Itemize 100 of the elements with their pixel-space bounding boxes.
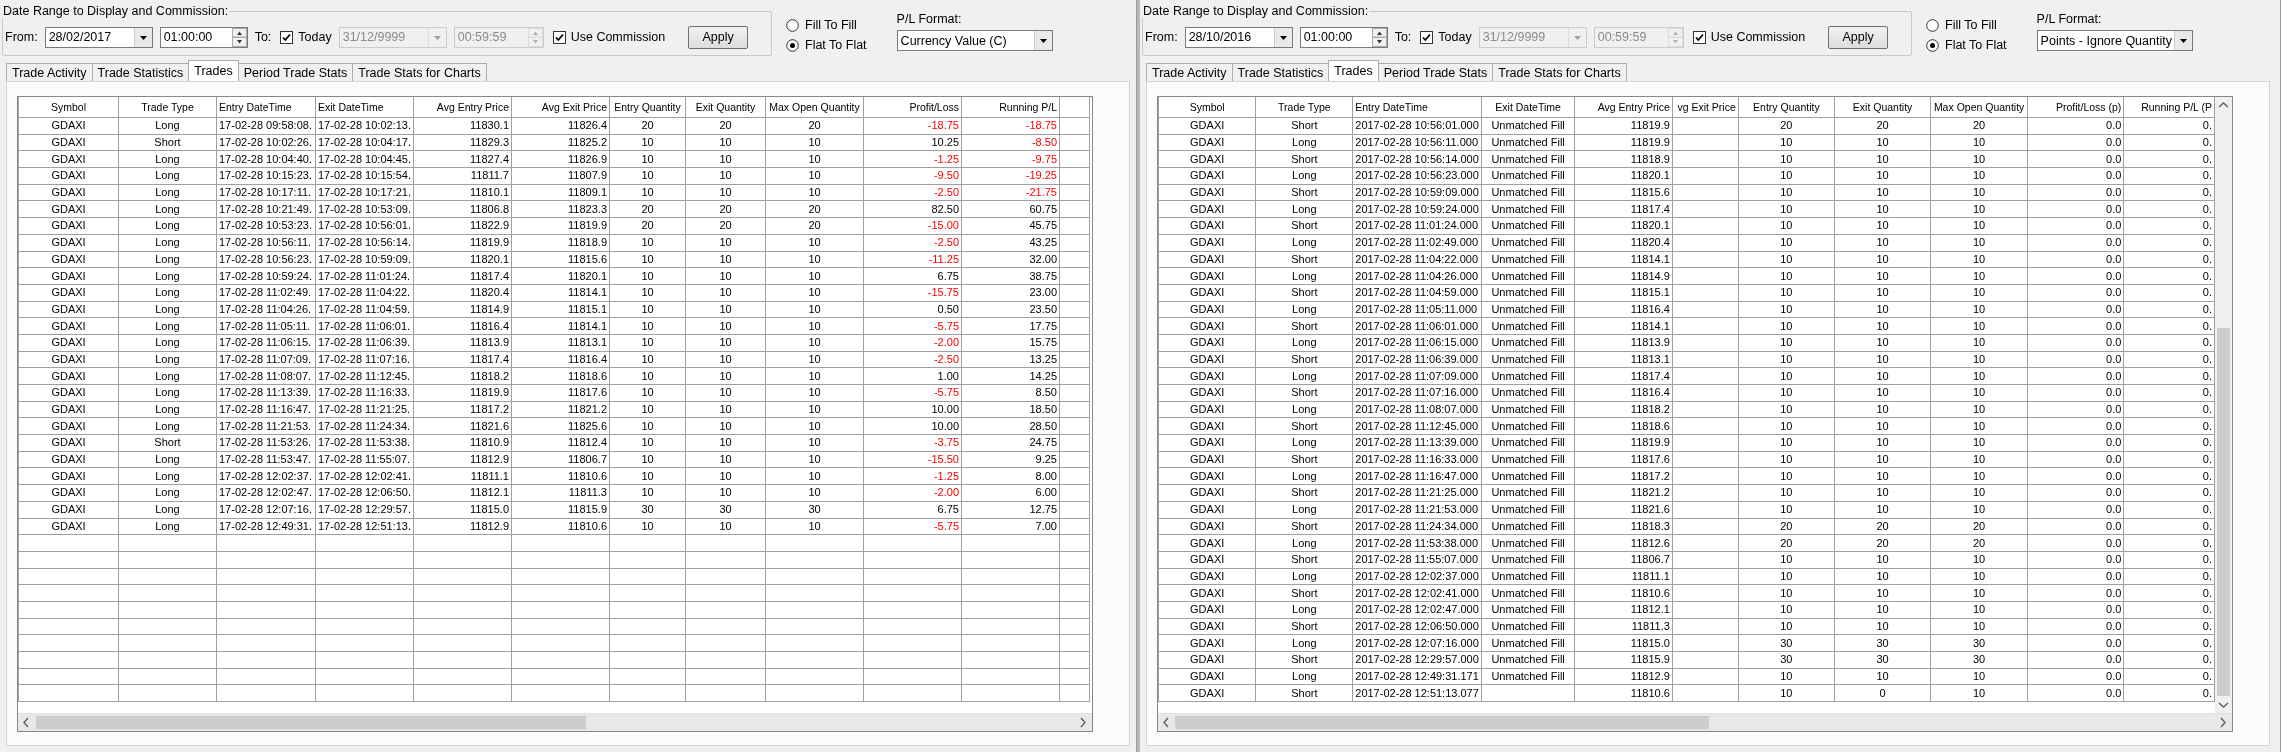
column-header[interactable]: Avg Entry Price [413,97,512,118]
table-cell: GDAXI [18,167,119,185]
table-cell: 0. [2123,317,2215,335]
today-checkbox[interactable]: Today [1420,30,1472,44]
radio-button-icon[interactable] [786,18,799,32]
from-date-dropdown[interactable]: 28/02/2017 [44,26,153,48]
column-header[interactable]: Entry Quantity [1738,97,1835,118]
table-cell: -3.75 [863,434,962,452]
table-cell: Unmatched Fill [1481,150,1575,168]
from-time-spinner[interactable]: 01:00:00 [159,26,248,48]
to-label: To: [1394,30,1412,44]
from-time-spinner[interactable]: 01:00:00 [1299,26,1388,48]
table-cell: 11826.9 [511,150,610,168]
fill-mode-radio[interactable]: Fill To Fill [786,18,867,32]
vertical-scrollbar[interactable] [2215,97,2232,713]
column-header[interactable]: Trade Type [1255,97,1353,118]
table-cell: 0.0 [2027,451,2124,468]
pl-format-dropdown[interactable]: Points - Ignore Quantity [2036,30,2193,51]
column-header[interactable]: Avg Entry Price [1574,97,1673,118]
table-cell: 10 [1834,601,1931,619]
tab[interactable]: Trade Activity [1146,63,1233,81]
table-cell: 10 [1834,150,1931,168]
scrollbar-thumb[interactable] [2217,328,2230,696]
column-header[interactable]: Profit/Loss [863,97,962,118]
table-cell: 11817.6 [1574,451,1673,468]
column-header[interactable]: Exit DateTime [1481,97,1575,118]
checkbox-icon[interactable] [1420,30,1434,44]
column-header[interactable]: Entry DateTime [216,97,316,118]
fill-mode-radio[interactable]: Fill To Fill [1926,18,2007,32]
apply-button[interactable]: Apply [688,25,749,49]
column-header[interactable]: Entry DateTime [1352,97,1482,118]
table-cell: GDAXI [1158,251,1256,268]
table-cell: Short [118,134,217,151]
checkbox-icon[interactable] [280,30,294,44]
table-cell: 11821.6 [1574,501,1673,518]
table-cell: GDAXI [18,334,119,352]
table-cell: 11827.4 [413,150,512,168]
table-cell: 11806.7 [511,451,610,468]
radio-button-icon[interactable] [786,38,799,52]
column-header[interactable]: Entry Quantity [609,97,686,118]
column-header[interactable]: Max Open Quantity [1930,97,2028,118]
table-cell: Unmatched Fill [1481,200,1575,218]
table-cell: 10 [685,417,766,435]
table-cell: 10 [609,267,686,285]
tab[interactable]: Trades [1328,60,1379,81]
table-cell: GDAXI [18,284,119,302]
scrollbar-thumb[interactable] [36,716,586,729]
fill-mode-radio[interactable]: Flat To Flat [786,38,867,52]
column-header[interactable]: Symbol [1158,97,1256,118]
table-cell: 11814.1 [1574,317,1673,335]
table-cell: 10 [1834,251,1931,268]
pl-format-dropdown[interactable]: Currency Value (C) [896,30,1053,51]
table-cell: 10 [609,234,686,251]
table-cell: 0.0 [2027,401,2124,418]
table-cell: Unmatched Fill [1481,467,1575,485]
use-commission-checkbox[interactable]: Use Commission [1692,30,1806,44]
apply-button[interactable]: Apply [1828,25,1889,49]
table-cell: 10 [1930,367,2028,385]
column-header[interactable]: vg Exit Price [1672,97,1739,118]
column-header[interactable]: Max Open Quantity [765,97,864,118]
from-date-dropdown[interactable]: 28/10/2016 [1184,26,1293,48]
tab[interactable]: Trades [188,60,239,81]
table-cell: 10 [685,451,766,468]
column-header[interactable]: Exit Quantity [1834,97,1931,118]
checkbox-icon[interactable] [552,30,566,44]
scrollbar-thumb[interactable] [1175,716,1709,729]
horizontal-scrollbar[interactable] [18,713,1092,731]
column-header[interactable]: Running P/L (P [2123,97,2215,118]
tab[interactable]: Trade Stats for Charts [352,63,487,81]
column-header[interactable]: Symbol [18,97,119,118]
today-checkbox[interactable]: Today [280,30,332,44]
table-cell: 10 [1738,451,1835,468]
column-header[interactable]: Running P/L [961,97,1060,118]
column-header[interactable]: Exit DateTime [315,97,414,118]
checkbox-icon[interactable] [1692,30,1706,44]
table-cell: 0.0 [2027,501,2124,518]
table-cell: 10 [1834,451,1931,468]
table-cell: Short [1255,518,1353,535]
table-cell: GDAXI [18,267,119,285]
column-header[interactable]: Trade Type [118,97,217,118]
table-cell: 11816.4 [511,351,610,368]
use-commission-checkbox[interactable]: Use Commission [552,30,666,44]
radio-button-icon[interactable] [1926,18,1939,32]
column-header[interactable]: Profit/Loss (p) [2027,97,2124,118]
column-header[interactable]: Exit Quantity [685,97,766,118]
table-cell: 0.0 [2027,651,2124,669]
table-cell: Long [1255,334,1353,352]
tab[interactable]: Trade Stats for Charts [1492,63,1627,81]
fill-mode-radio[interactable]: Flat To Flat [1926,38,2007,52]
table-cell: 10 [1930,501,2028,518]
table-cell: 0.0 [2027,367,2124,385]
table-cell: GDAXI [18,417,119,435]
column-header[interactable]: Avg Exit Price [511,97,610,118]
table-cell: 11819.9 [1574,117,1673,135]
table-cell: 0. [2123,267,2215,285]
tab[interactable]: Trade Activity [6,63,93,81]
table-cell: 20 [1834,518,1931,535]
table-cell: Long [1255,668,1353,685]
radio-button-icon[interactable] [1926,38,1939,52]
horizontal-scrollbar[interactable] [1158,713,2232,731]
